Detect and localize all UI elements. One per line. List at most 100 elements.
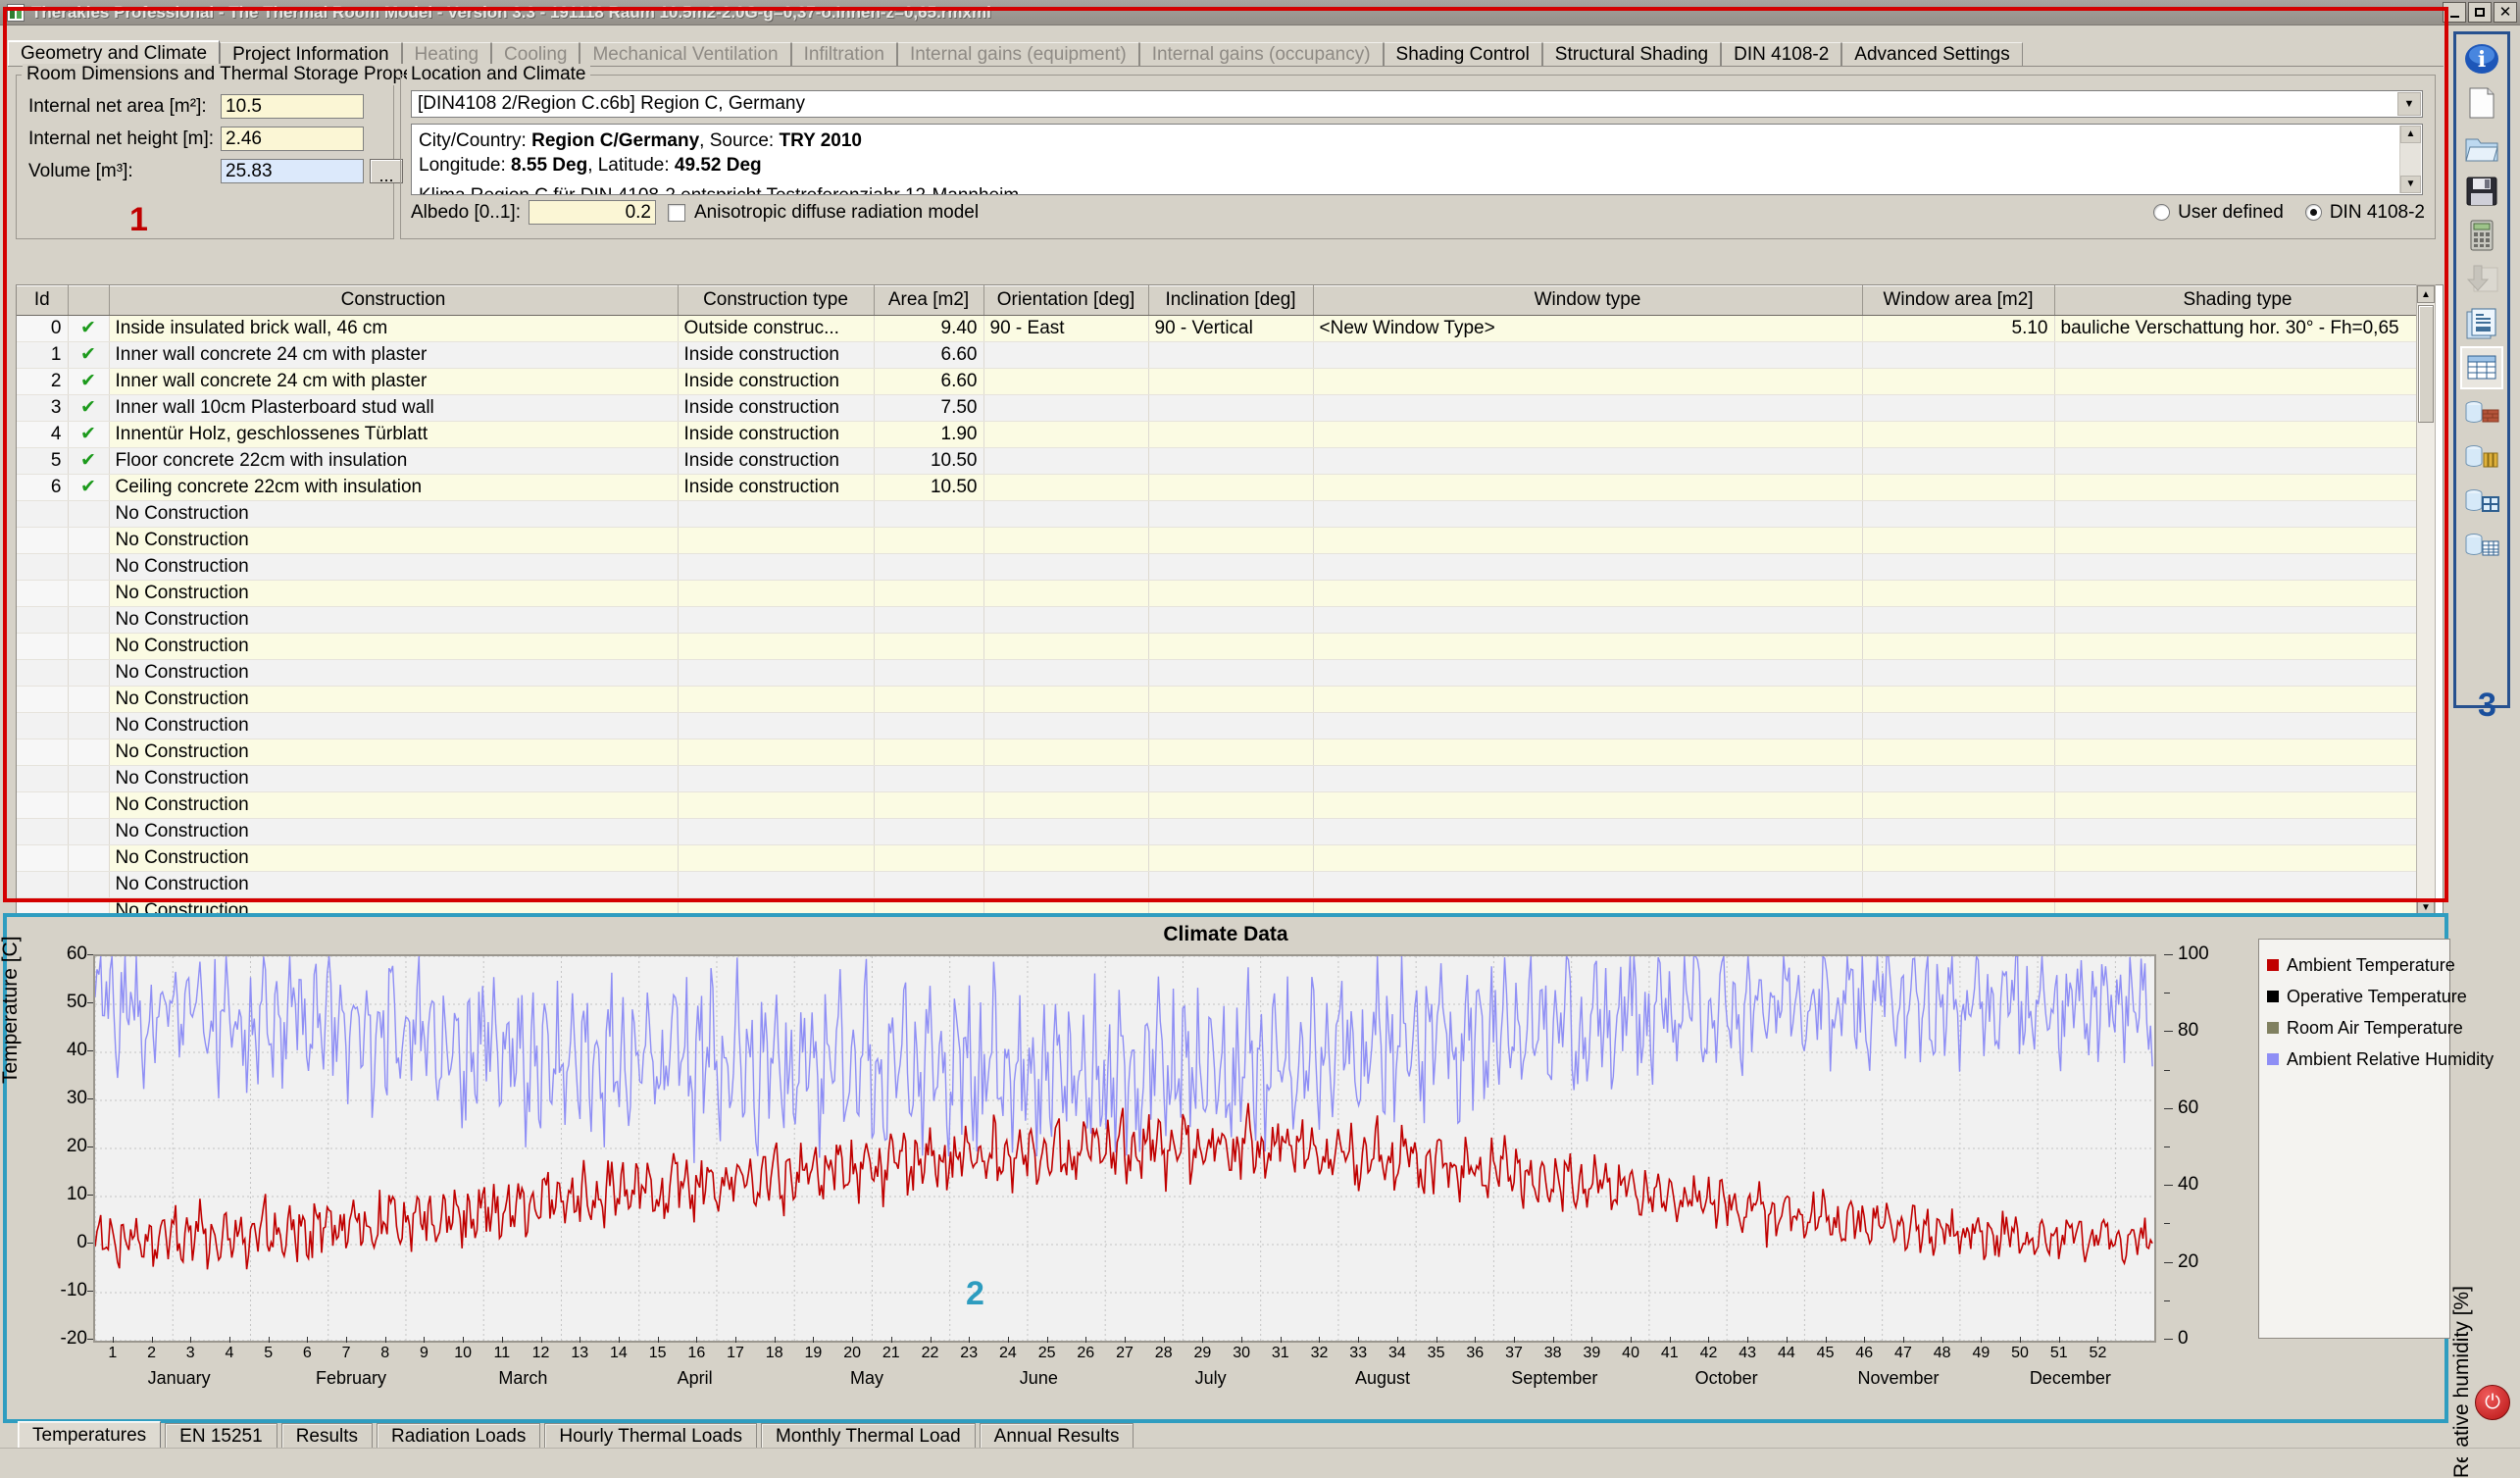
- table-row[interactable]: 0 ✔ Inside insulated brick wall, 46 cm Outs…: [17, 315, 2422, 342]
- table-row[interactable]: No Construction: [17, 500, 2422, 528]
- cell-type[interactable]: [678, 818, 875, 845]
- cell-window_area[interactable]: [1862, 606, 2055, 634]
- cell-type[interactable]: [678, 712, 875, 739]
- cell-orientation[interactable]: [983, 739, 1149, 766]
- results-tab-bar[interactable]: Temperatures EN 15251 Results Radiation Loa…: [18, 1421, 1137, 1449]
- cell-id[interactable]: [17, 844, 69, 872]
- cell-construction[interactable]: No Construction: [109, 580, 679, 607]
- cell-construction[interactable]: Inside insulated brick wall, 46 cm: [109, 315, 679, 342]
- table-row[interactable]: No Construction: [17, 871, 2422, 898]
- cell-window_area[interactable]: [1862, 659, 2055, 687]
- cell-inclination[interactable]: [1148, 527, 1314, 554]
- cell-chk[interactable]: [68, 527, 110, 554]
- legend-item[interactable]: Operative Temperature: [2267, 981, 2467, 1012]
- cell-id[interactable]: 4: [17, 421, 69, 448]
- cell-window_type[interactable]: [1313, 659, 1863, 687]
- cell-area[interactable]: [874, 712, 984, 739]
- cell-construction[interactable]: No Construction: [109, 500, 679, 528]
- cell-window_area[interactable]: 5.10: [1862, 315, 2055, 342]
- cell-construction[interactable]: Floor concrete 22cm with insulation: [109, 447, 679, 475]
- cell-id[interactable]: [17, 633, 69, 660]
- cell-orientation[interactable]: [983, 421, 1149, 448]
- cell-area[interactable]: [874, 500, 984, 528]
- cell-inclination[interactable]: [1148, 739, 1314, 766]
- cell-shading[interactable]: [2054, 447, 2422, 475]
- cell-shading[interactable]: [2054, 765, 2422, 792]
- cell-orientation[interactable]: [983, 686, 1149, 713]
- column-header-orientation-deg[interactable]: Orientation [deg]: [983, 285, 1149, 316]
- cell-area[interactable]: 9.40: [874, 315, 984, 342]
- cell-construction[interactable]: Inner wall concrete 24 cm with plaster: [109, 368, 679, 395]
- cell-orientation[interactable]: [983, 500, 1149, 528]
- radio-din-4108-2[interactable]: [2304, 204, 2322, 221]
- cell-construction[interactable]: No Construction: [109, 739, 679, 766]
- cell-construction[interactable]: No Construction: [109, 527, 679, 554]
- cell-inclination[interactable]: [1148, 659, 1314, 687]
- cell-area[interactable]: [874, 765, 984, 792]
- cell-window_type[interactable]: [1313, 791, 1863, 819]
- cell-window_area[interactable]: [1862, 500, 2055, 528]
- chart-plot-area[interactable]: [93, 954, 2156, 1343]
- results-tab-en-15251[interactable]: EN 15251: [165, 1423, 277, 1449]
- cell-orientation[interactable]: [983, 447, 1149, 475]
- report-icon[interactable]: [2462, 304, 2501, 343]
- cell-construction[interactable]: No Construction: [109, 765, 679, 792]
- column-header-window-type[interactable]: Window type: [1313, 285, 1863, 316]
- cell-id[interactable]: [17, 791, 69, 819]
- constructions-database-icon[interactable]: [2462, 436, 2501, 476]
- windows-database-icon[interactable]: [2462, 481, 2501, 520]
- cell-id[interactable]: [17, 553, 69, 581]
- table-view-icon[interactable]: [2460, 346, 2503, 389]
- cell-shading[interactable]: [2054, 527, 2422, 554]
- table-vscroll-thumb[interactable]: [2418, 305, 2434, 423]
- column-header-construction-type[interactable]: Construction type: [678, 285, 875, 316]
- cell-area[interactable]: [874, 686, 984, 713]
- cell-window_type[interactable]: <New Window Type>: [1313, 315, 1863, 342]
- cell-id[interactable]: [17, 712, 69, 739]
- cell-area[interactable]: [874, 553, 984, 581]
- volume-browse-button[interactable]: ...: [370, 159, 403, 184]
- cell-construction[interactable]: No Construction: [109, 871, 679, 898]
- table-row[interactable]: No Construction: [17, 633, 2422, 660]
- table-row[interactable]: No Construction: [17, 659, 2422, 687]
- cell-window_type[interactable]: [1313, 871, 1863, 898]
- table-row[interactable]: No Construction: [17, 844, 2422, 872]
- tab-din-4108-2[interactable]: DIN 4108-2: [1721, 42, 1842, 67]
- anisotropic-checkbox[interactable]: [668, 203, 685, 222]
- cell-chk[interactable]: [68, 844, 110, 872]
- tab-shading-control[interactable]: Shading Control: [1383, 42, 1542, 67]
- table-row[interactable]: 6 ✔ Ceiling concrete 22cm with insulation I…: [17, 474, 2422, 501]
- cell-window_area[interactable]: [1862, 368, 2055, 395]
- cell-area[interactable]: 1.90: [874, 421, 984, 448]
- cell-orientation[interactable]: [983, 818, 1149, 845]
- cell-area[interactable]: [874, 871, 984, 898]
- cell-shading[interactable]: [2054, 712, 2422, 739]
- cell-area[interactable]: [874, 844, 984, 872]
- cell-chk[interactable]: [68, 686, 110, 713]
- cell-construction[interactable]: No Construction: [109, 844, 679, 872]
- cell-construction[interactable]: No Construction: [109, 659, 679, 687]
- column-header-check[interactable]: [68, 285, 110, 316]
- cell-id[interactable]: [17, 606, 69, 634]
- cell-type[interactable]: Inside construction: [678, 447, 875, 475]
- cell-chk[interactable]: ✔: [68, 421, 110, 448]
- cell-id[interactable]: [17, 765, 69, 792]
- schedules-database-icon[interactable]: [2462, 525, 2501, 564]
- cell-type[interactable]: [678, 871, 875, 898]
- cell-inclination[interactable]: [1148, 341, 1314, 369]
- cell-type[interactable]: [678, 739, 875, 766]
- cell-window_area[interactable]: [1862, 765, 2055, 792]
- table-row[interactable]: 5 ✔ Floor concrete 22cm with insulation Ins…: [17, 447, 2422, 475]
- cell-inclination[interactable]: [1148, 844, 1314, 872]
- cell-type[interactable]: [678, 606, 875, 634]
- cell-orientation[interactable]: [983, 368, 1149, 395]
- cell-type[interactable]: Inside construction: [678, 394, 875, 422]
- cell-inclination[interactable]: [1148, 394, 1314, 422]
- cell-type[interactable]: [678, 844, 875, 872]
- cell-inclination[interactable]: [1148, 474, 1314, 501]
- cell-id[interactable]: [17, 871, 69, 898]
- cell-window_area[interactable]: [1862, 421, 2055, 448]
- cell-window_type[interactable]: [1313, 421, 1863, 448]
- cell-construction[interactable]: Inner wall 10cm Plasterboard stud wall: [109, 394, 679, 422]
- cell-inclination[interactable]: [1148, 791, 1314, 819]
